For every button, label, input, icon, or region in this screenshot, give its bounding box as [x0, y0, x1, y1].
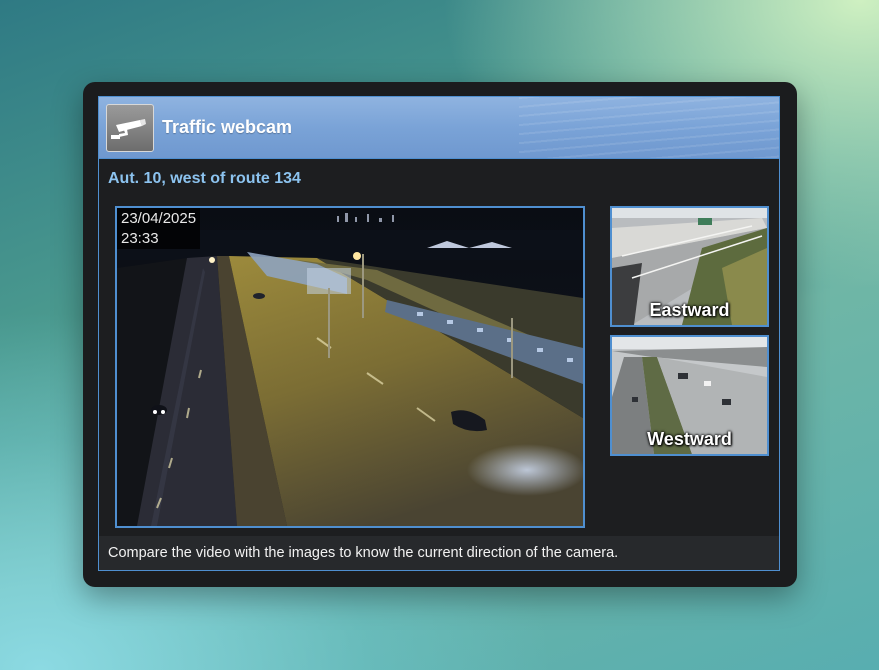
camera-location: Aut. 10, west of route 134	[108, 170, 301, 187]
night-highway-image	[117, 208, 583, 526]
security-camera-icon	[106, 104, 154, 152]
camera-timestamp: 23/04/2025 23:33	[117, 208, 201, 249]
webcam-card: Traffic webcam Aut. 10, west of route 13…	[83, 82, 797, 587]
instruction-text: Compare the video with the images to kno…	[108, 545, 619, 561]
timestamp-date: 23/04/2025	[121, 210, 197, 227]
widget-header: Traffic webcam	[99, 97, 779, 159]
westward-reference-image[interactable]: Westward	[610, 335, 769, 456]
eastward-label: Eastward	[649, 300, 730, 320]
timestamp-time: 23:33	[121, 230, 159, 247]
westward-label: Westward	[647, 429, 732, 449]
webcam-panel: Traffic webcam Aut. 10, west of route 13…	[98, 96, 780, 571]
widget-title: Traffic webcam	[162, 117, 293, 137]
eastward-reference-image[interactable]: Eastward	[610, 206, 769, 327]
live-camera-view[interactable]: 23/04/2025 23:33	[115, 206, 585, 528]
instruction-footer: Compare the video with the images to kno…	[99, 536, 779, 570]
